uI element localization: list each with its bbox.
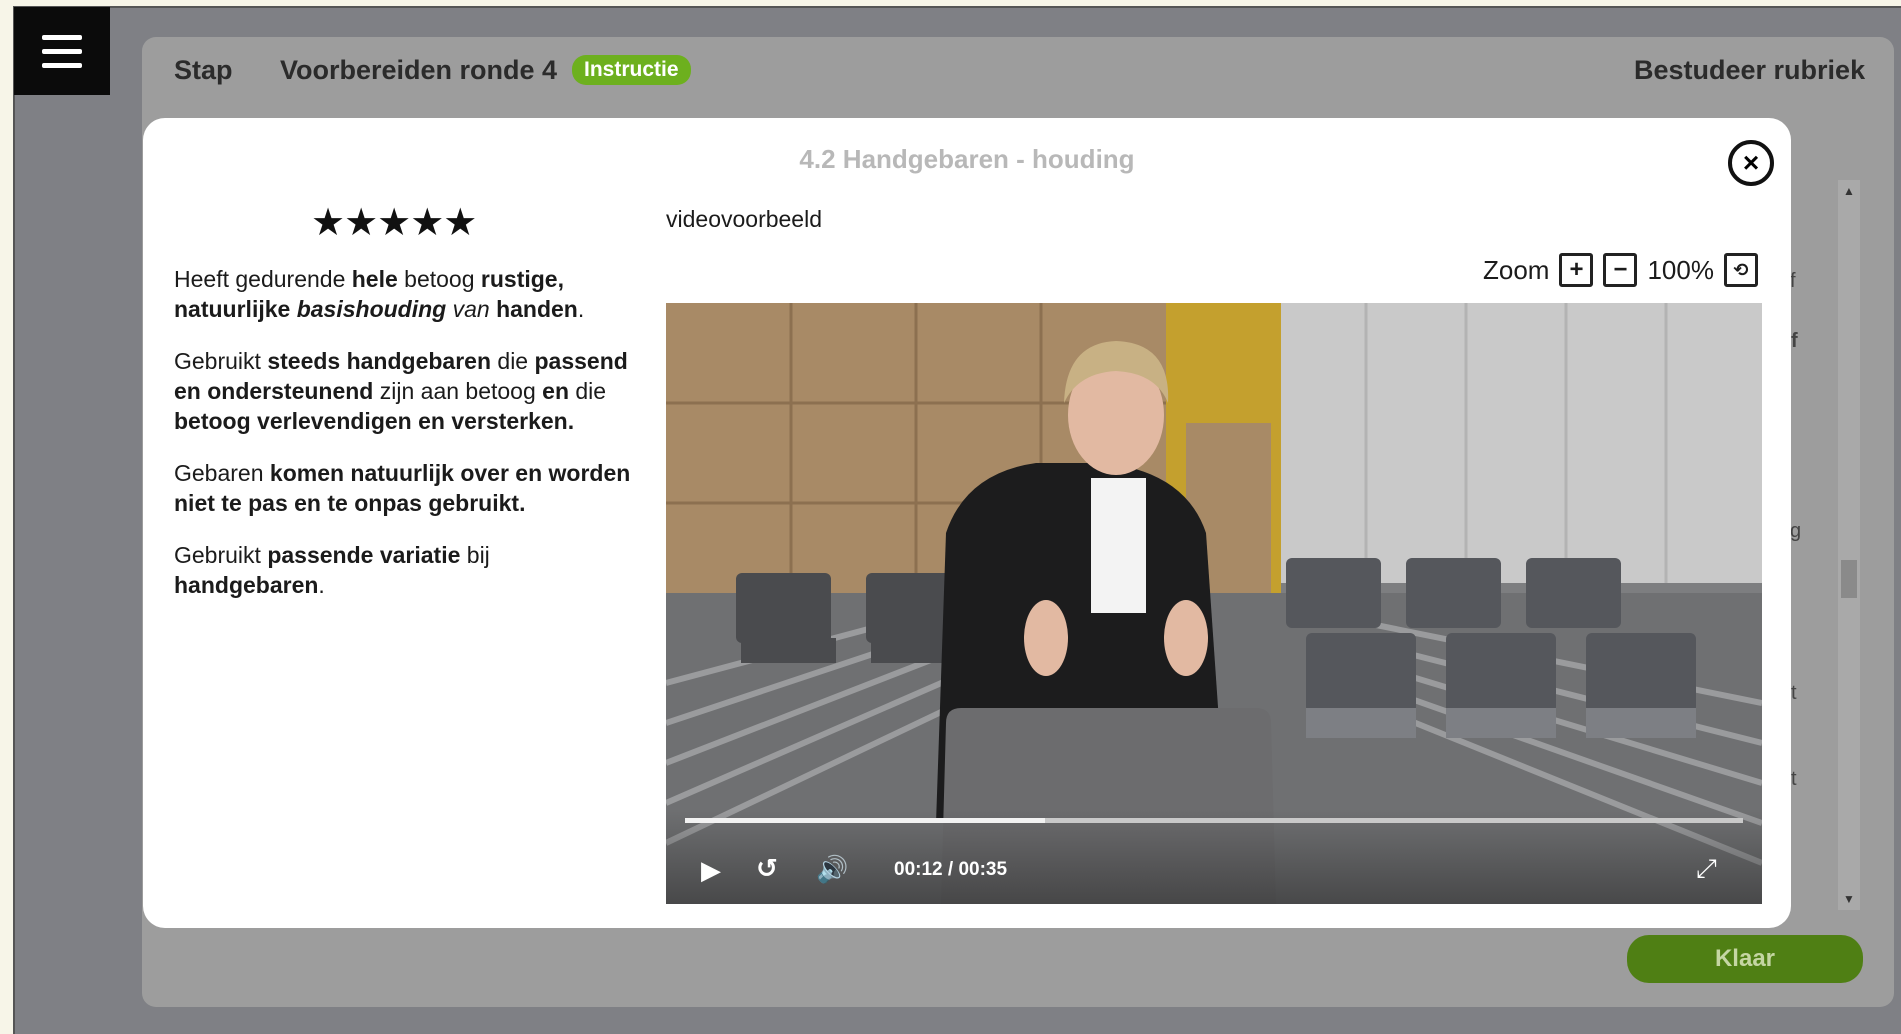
background-text-fragment: g (1790, 520, 1802, 542)
rubric-description: Heeft gedurende hele betoog rustige, nat… (174, 264, 634, 622)
background-text-fragment: f (1791, 330, 1798, 352)
play-icon[interactable]: ▶ (701, 855, 721, 886)
rubric-paragraph: Gebruikt steeds handgebaren die passend … (174, 348, 628, 434)
video-label: videovoorbeeld (666, 206, 823, 232)
video-time: 00:12 / 00:35 (894, 859, 1008, 880)
scroll-down-icon[interactable]: ▼ (1843, 892, 1855, 906)
zoom-in-icon[interactable]: + (1559, 253, 1594, 287)
volume-icon[interactable]: 🔊 (816, 854, 848, 885)
hamburger-menu-icon (42, 34, 82, 40)
scrollbar-thumb[interactable] (1841, 560, 1857, 598)
scroll-up-icon[interactable]: ▲ (1843, 184, 1855, 198)
rubric-paragraph: Gebruikt passende variatie bij handgebar… (174, 542, 490, 598)
video-player[interactable]: ▶ ↺ 🔊 00:12 / 00:35 ⤢ (666, 303, 1762, 904)
close-button[interactable]: × (1728, 140, 1774, 186)
video-progress-fill (685, 818, 1045, 823)
rubric-paragraph: Gebaren komen natuurlijk over en worden … (174, 460, 631, 516)
total-time: 00:35 (958, 859, 1008, 880)
done-button[interactable]: Klaar (1627, 935, 1863, 983)
instruction-badge: Instructie (572, 55, 691, 85)
hamburger-menu-button[interactable] (14, 7, 110, 95)
zoom-controls: Zoom + − 100% ⟲ (1483, 253, 1758, 287)
rewind-10-icon[interactable]: ↺ (756, 853, 778, 884)
star-rating: ★★★★★ (311, 202, 477, 244)
study-rubric-link[interactable]: Bestudeer rubriek (1634, 55, 1865, 86)
video-progress-bar[interactable] (685, 818, 1743, 823)
modal-title: 4.2 Handgebaren - houding (799, 144, 1135, 174)
step-label: Stap (174, 55, 233, 85)
background-text-fragment: t (1791, 682, 1797, 704)
rubric-modal: 4.2 Handgebaren - houding × ★★★★★ Heeft … (143, 118, 1791, 928)
zoom-out-icon[interactable]: − (1603, 253, 1638, 287)
round-title: Voorbereiden ronde 4 (280, 55, 558, 85)
background-scrollbar[interactable]: ▲ ▼ (1838, 180, 1860, 910)
background-text-fragment: t (1791, 768, 1797, 790)
zoom-label: Zoom (1483, 254, 1550, 285)
fullscreen-icon[interactable]: ⤢ (1696, 853, 1717, 885)
close-circle-icon: × (1742, 147, 1760, 178)
rubric-paragraph: Heeft gedurende hele betoog rustige, nat… (174, 266, 585, 322)
zoom-value: 100% (1647, 254, 1714, 285)
current-time: 00:12 (894, 859, 943, 880)
zoom-reset-icon[interactable]: ⟲ (1723, 253, 1758, 287)
